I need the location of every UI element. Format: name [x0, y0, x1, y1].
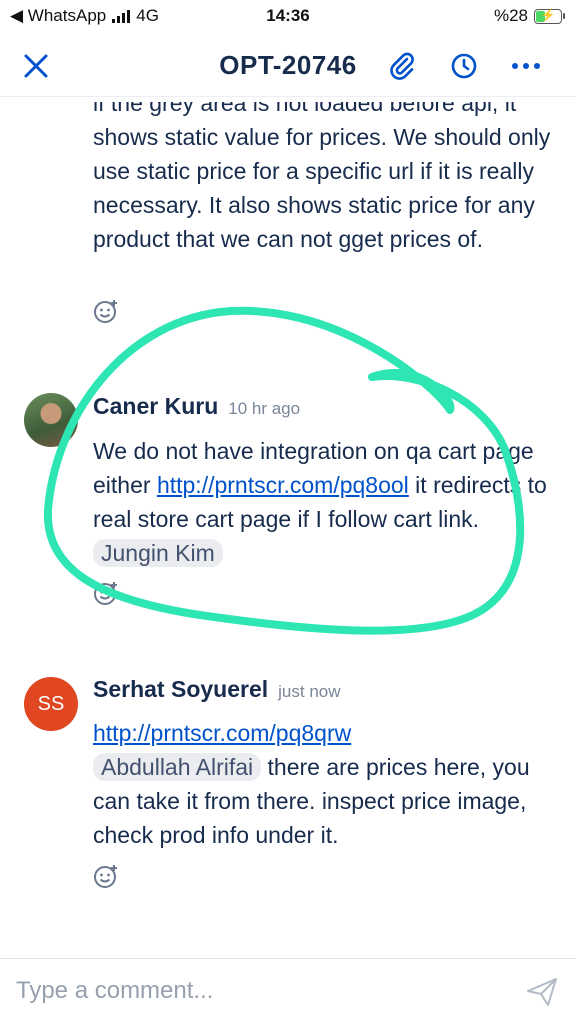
add-reaction-icon[interactable] — [93, 580, 119, 606]
comment-previous-text: if the grey area is not loaded before ap… — [93, 90, 551, 252]
paperclip-icon — [390, 52, 414, 80]
add-reaction-icon[interactable] — [93, 298, 119, 324]
attach-button[interactable] — [384, 48, 420, 84]
comment-author-row: Serhat Soyuerel just now — [93, 676, 341, 703]
battery-icon: ⚡ — [534, 8, 565, 24]
clock-icon — [451, 53, 477, 79]
comment-body: We do not have integration on qa cart pa… — [93, 434, 553, 570]
mention-chip[interactable]: Abdullah Alrifai — [93, 753, 262, 781]
status-right: %28 ⚡ — [493, 6, 565, 26]
comment-author-row: Caner Kuru 10 hr ago — [93, 393, 300, 420]
add-reaction-icon[interactable] — [93, 863, 119, 889]
battery-percent: %28 — [493, 6, 528, 25]
comment-link[interactable]: http://prntscr.com/pq8ool — [157, 472, 409, 498]
more-button[interactable] — [508, 48, 544, 84]
comment-timestamp: just now — [278, 682, 341, 701]
comment-author[interactable]: Caner Kuru — [93, 393, 218, 419]
comment-composer: Type a comment... — [0, 958, 576, 1025]
page-title: OPT-20746 — [219, 50, 357, 80]
avatar-serhat-soyuerel[interactable]: SS — [24, 677, 78, 731]
mention-chip[interactable]: Jungin Kim — [93, 539, 223, 567]
comment-link[interactable]: http://prntscr.com/pq8qrw — [93, 720, 351, 746]
avatar-caner-kuru[interactable] — [24, 393, 78, 447]
more-icon — [512, 63, 540, 69]
comment-timestamp: 10 hr ago — [228, 399, 301, 418]
comment-body: http://prntscr.com/pq8qrw Abdullah Alrif… — [93, 716, 553, 852]
status-bar: ◀ WhatsApp 4G 14:36 %28 ⚡ — [0, 0, 576, 34]
clock-time: 14:36 — [266, 6, 310, 25]
issue-header: OPT-20746 — [0, 34, 576, 97]
history-button[interactable] — [446, 48, 482, 84]
comment-author[interactable]: Serhat Soyuerel — [93, 676, 268, 702]
comment-input[interactable]: Type a comment... — [16, 977, 213, 1005]
send-icon[interactable] — [526, 977, 558, 1007]
